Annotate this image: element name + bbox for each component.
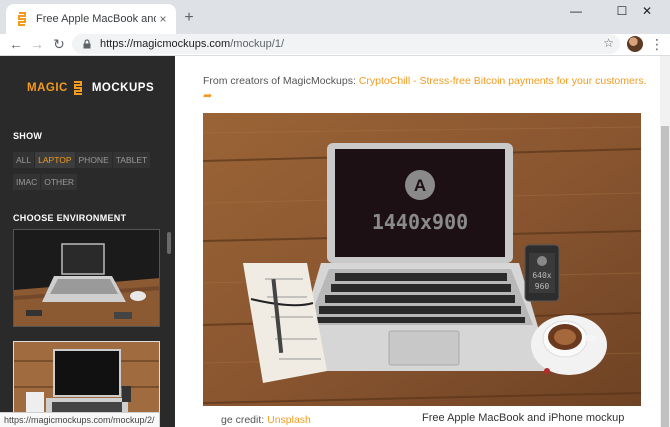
credit-prefix: ge credit: <box>221 414 265 426</box>
browser-tab[interactable]: Free Apple MacBook and iPhone × <box>6 4 176 34</box>
page-scrollbar[interactable] <box>660 56 670 427</box>
sidebar-scrollbar[interactable] <box>167 232 171 254</box>
page-scrollbar-thumb[interactable] <box>661 126 669 427</box>
bookmark-star-icon[interactable]: ☆ <box>603 36 614 50</box>
logo-text-mockups: MOCKUPS <box>91 82 155 94</box>
filter-laptop[interactable]: LAPTOP <box>35 152 75 168</box>
status-bar-url: https://magicmockups.com/mockup/2/ <box>0 412 160 427</box>
magicmockups-favicon-icon <box>18 12 26 26</box>
minimize-button[interactable]: — <box>553 0 599 24</box>
url-domain: https://magicmockups.com <box>100 38 231 50</box>
tab-close-icon[interactable]: × <box>156 12 170 26</box>
reload-button[interactable]: ↻ <box>49 34 69 54</box>
profile-avatar[interactable] <box>627 36 643 52</box>
url-path: /mockup/1/ <box>230 38 285 50</box>
mockup-caption: Free Apple MacBook and iPhone mockup <box>422 412 625 424</box>
unsplash-link[interactable]: Unsplash <box>267 414 311 426</box>
tab-title: Free Apple MacBook and iPhone <box>36 13 156 25</box>
cryptochill-link[interactable]: CryptoChill - Stress-free Bitcoin paymen… <box>359 75 647 87</box>
sidebar: MAGIC MOCKUPS SHOW ALL LAPTOP PHONE TABLET … <box>0 56 175 427</box>
phone-text-2: 960 <box>535 282 550 291</box>
macbook-iphone-mockup-image: A 1440x900 640x 960 <box>203 113 641 406</box>
browser-toolbar: ← → ↻ https://magicmockups.com/mockup/1/… <box>0 34 670 54</box>
image-credit: ge credit: Unsplash <box>221 414 311 426</box>
logo-icon <box>73 81 82 95</box>
new-tab-button[interactable]: + <box>180 9 198 27</box>
filter-phone[interactable]: PHONE <box>75 152 112 168</box>
show-heading: SHOW <box>13 131 43 141</box>
filter-tablet[interactable]: TABLET <box>112 152 151 168</box>
device-filters: ALL LAPTOP PHONE TABLET IMAC OTHER <box>13 150 163 194</box>
site-logo[interactable]: MAGIC MOCKUPS <box>27 80 154 96</box>
window-close-button[interactable]: ✕ <box>624 0 670 24</box>
filter-imac[interactable]: IMAC <box>13 174 41 190</box>
promo-prefix: From creators of MagicMockups: <box>203 75 356 87</box>
tab-strip: Free Apple MacBook and iPhone × + — ☐ ✕ <box>0 0 670 34</box>
lock-icon <box>83 39 91 49</box>
arrow-icon[interactable]: ➦ <box>203 89 653 103</box>
environment-thumbnail-1[interactable] <box>13 229 160 327</box>
screen-logo-letter: A <box>414 176 426 195</box>
phone-text-1: 640x <box>532 271 551 280</box>
promo-text: From creators of MagicMockups: CryptoChi… <box>203 74 653 103</box>
browser-menu-icon[interactable]: ⋮ <box>650 34 664 54</box>
mockup-preview[interactable]: A 1440x900 640x 960 <box>203 113 641 406</box>
forward-button[interactable]: → <box>27 34 47 54</box>
filter-all[interactable]: ALL <box>13 152 35 168</box>
filter-other[interactable]: OTHER <box>41 174 77 190</box>
back-button[interactable]: ← <box>6 34 26 54</box>
laptop-scene-image <box>14 230 159 326</box>
choose-environment-heading: CHOOSE ENVIRONMENT <box>13 213 127 223</box>
logo-text-magic: MAGIC <box>27 82 68 94</box>
address-bar[interactable]: https://magicmockups.com/mockup/1/ ☆ <box>72 34 620 54</box>
main-content: From creators of MagicMockups: CryptoChi… <box>175 56 660 427</box>
screen-resolution-label: 1440x900 <box>372 210 468 234</box>
